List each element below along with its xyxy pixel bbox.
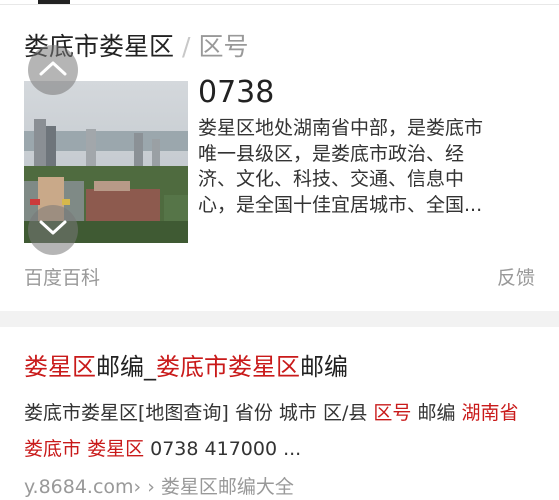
title-highlight: 娄星区 <box>24 353 96 381</box>
description-line: 心，是全国十佳宜居城市、全国... <box>198 193 483 216</box>
snippet-text: 邮编 <box>411 402 462 424</box>
title-highlight: 娄底市娄星区 <box>156 353 300 381</box>
chevron-up-icon <box>38 59 68 81</box>
title-text: 邮编 <box>300 353 348 381</box>
collapse-button[interactable] <box>28 45 78 95</box>
title-text: 邮编_ <box>96 353 156 381</box>
card-description[interactable]: 娄星区地处湖南省中部，是娄底市 唯一县级区，是娄底市政治、经 济、文化、科技、交… <box>198 116 528 218</box>
result-url[interactable]: y.8684.com› › 娄星区邮编大全 <box>24 472 294 499</box>
snippet-highlight: 娄底市 <box>24 438 82 460</box>
search-result: 娄星区邮编_娄底市娄星区邮编 娄底市娄星区[地图查询] 省份 城市 区/县 区号… <box>0 327 559 500</box>
card-subtitle: 区号 <box>198 32 249 61</box>
url-breadcrumb: › 娄星区邮编大全 <box>147 476 294 498</box>
answer-card: 娄底市娄星区 / 区号 0738 娄星区地处湖南省中部，是娄底市 唯一县级区，是… <box>0 5 559 311</box>
description-line: 唯一县级区，是娄底市政治、经 <box>198 142 465 165</box>
snippet-highlight: 区号 <box>373 402 412 424</box>
snippet-highlight: 娄星区 <box>87 438 145 460</box>
description-line: 娄星区地处湖南省中部，是娄底市 <box>198 117 484 139</box>
section-divider <box>0 311 559 327</box>
result-snippet[interactable]: 娄底市娄星区[地图查询] 省份 城市 区/县 区号 邮编 湖南省 娄底市 娄星区… <box>24 395 539 467</box>
expand-button[interactable] <box>28 205 78 255</box>
area-code: 0738 <box>198 75 275 110</box>
snippet-text: 娄底市娄星区[地图查询] 省份 城市 区/县 <box>24 402 374 424</box>
chevron-down-icon <box>38 219 68 241</box>
active-tab-indicator <box>38 0 70 4</box>
snippet-highlight: 湖南省 <box>461 402 519 424</box>
snippet-text: 0738 417000 ... <box>144 438 302 460</box>
feedback-button[interactable]: 反馈 <box>497 263 535 290</box>
title-separator: / <box>182 32 191 61</box>
result-title[interactable]: 娄星区邮编_娄底市娄星区邮编 <box>24 347 348 382</box>
source-link[interactable]: 百度百科 <box>24 263 100 290</box>
url-text: y.8684.com› <box>24 476 142 498</box>
description-line: 济、文化、科技、交通、信息中 <box>198 168 465 190</box>
